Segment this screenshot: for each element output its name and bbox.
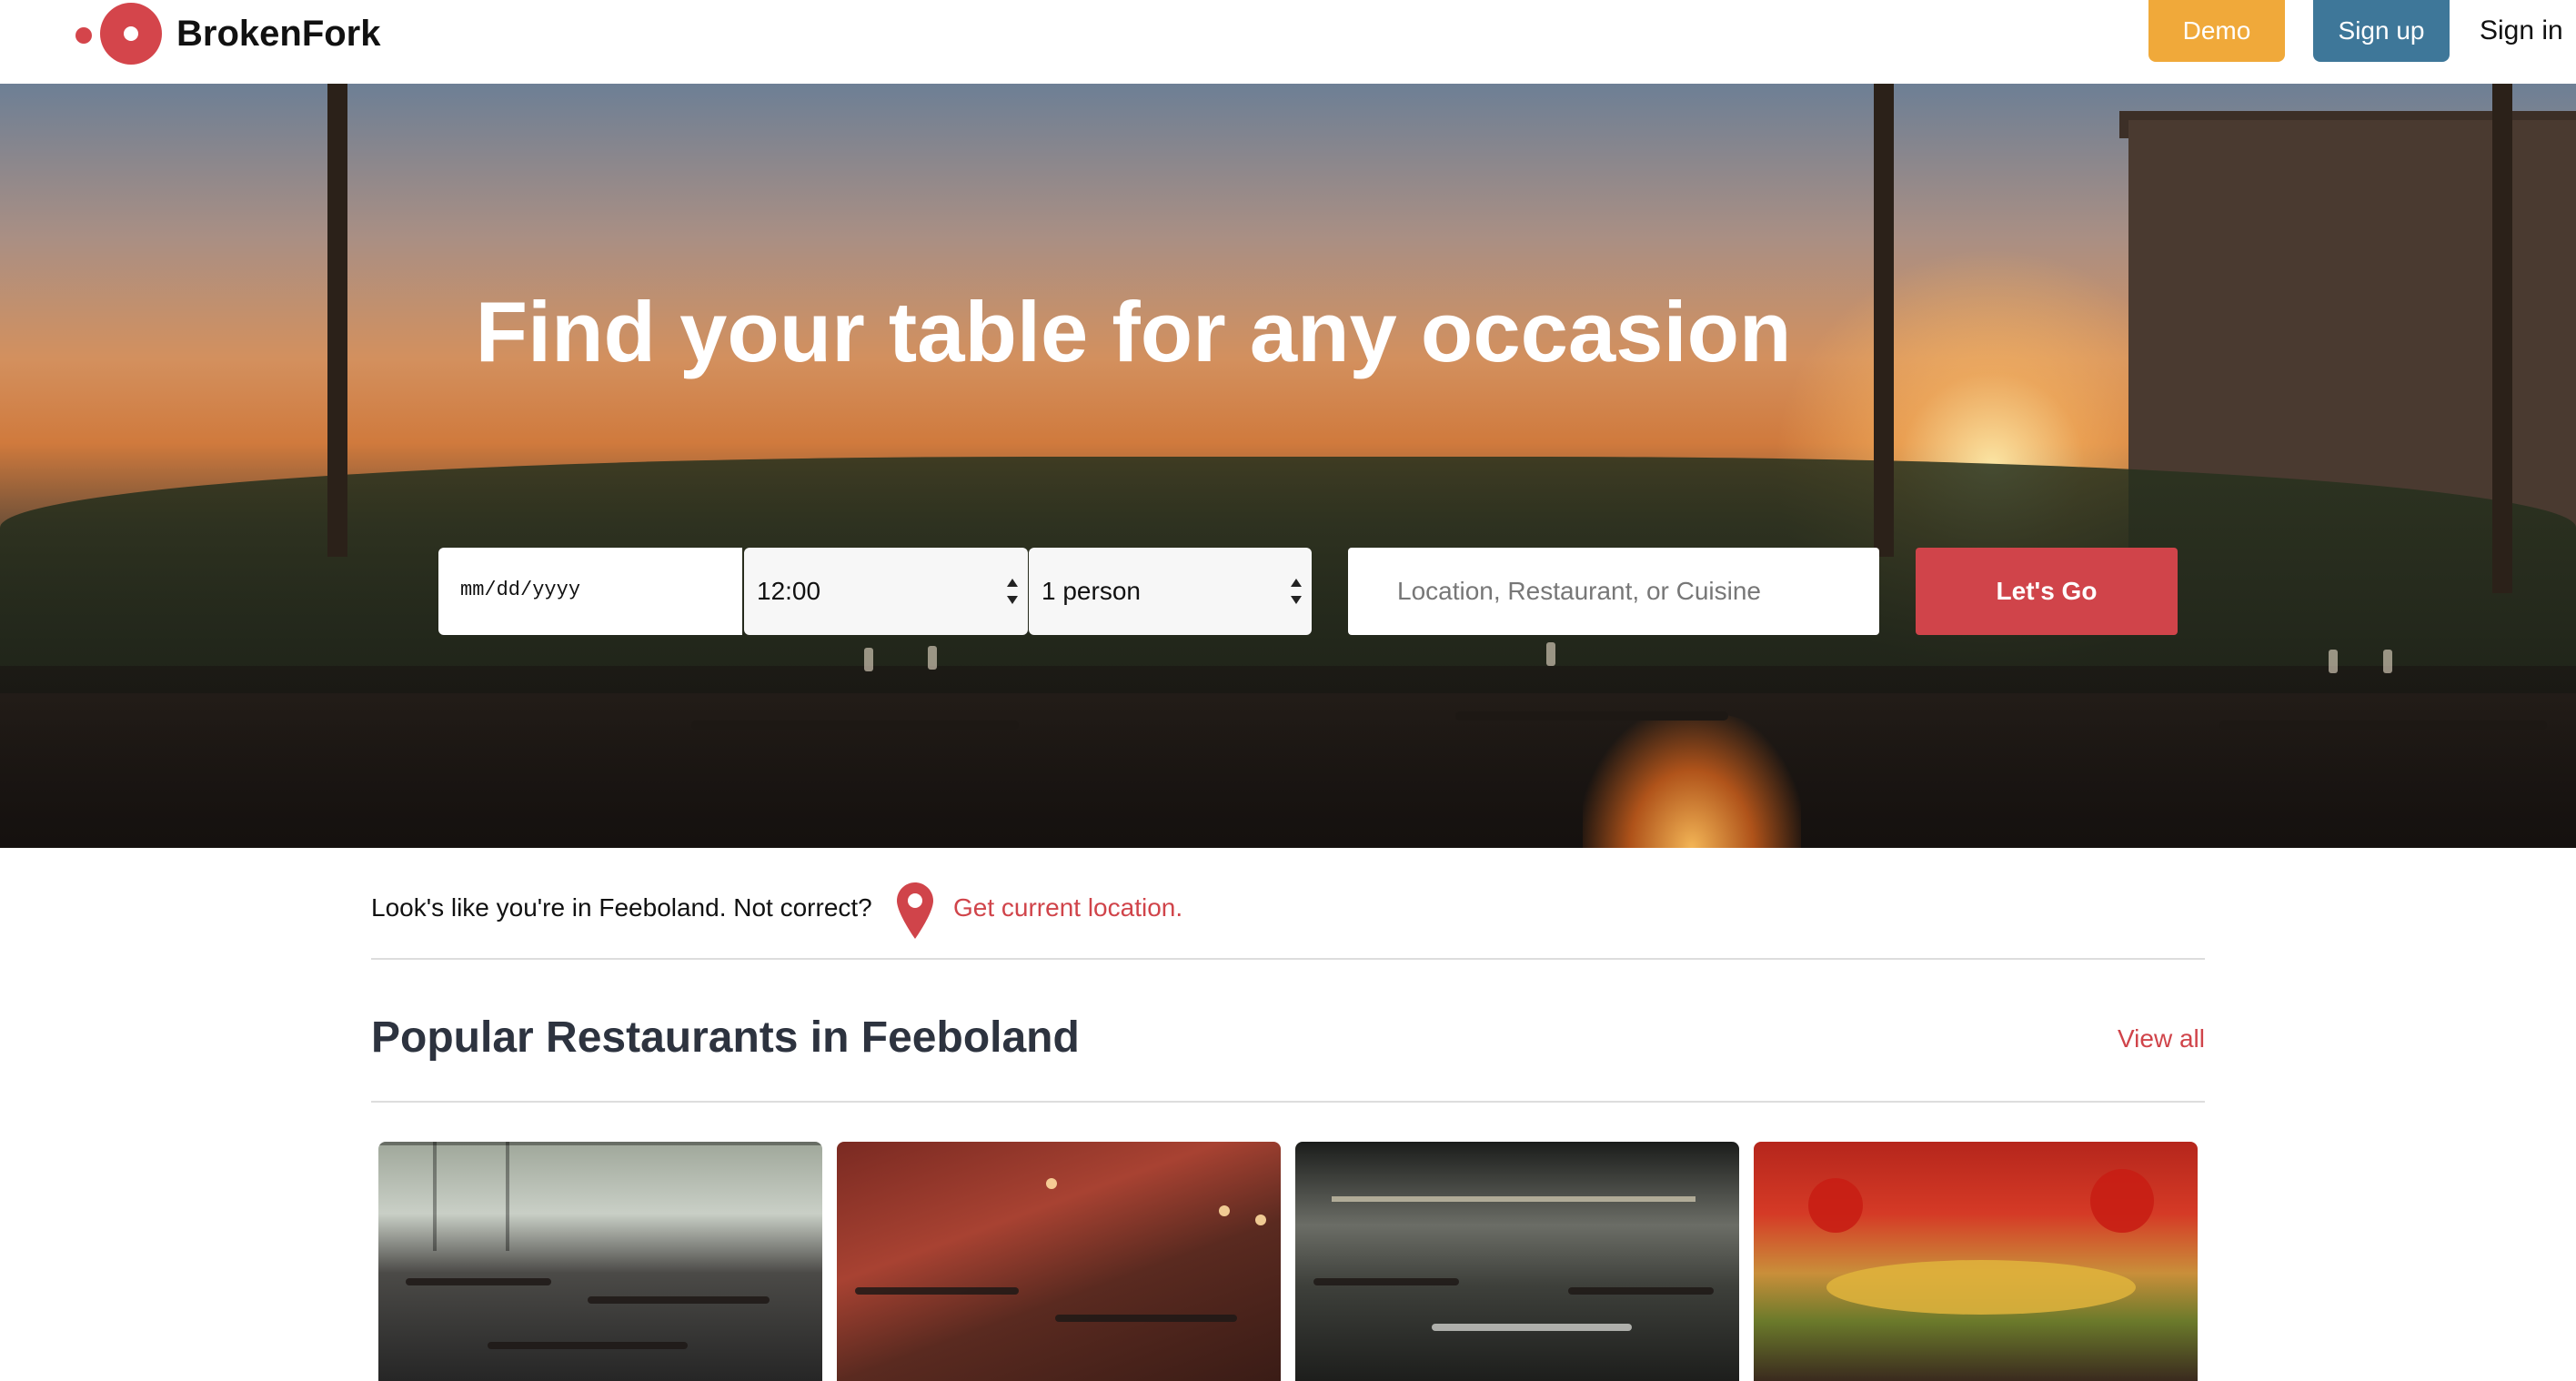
popular-restaurants-heading: Popular Restaurants in Feeboland xyxy=(371,1013,1080,1062)
hero-image-glass xyxy=(2383,650,2392,673)
select-arrows-icon xyxy=(1006,579,1019,604)
divider xyxy=(371,958,2205,960)
card-image-detail xyxy=(1332,1196,1696,1202)
card-image-detail xyxy=(855,1287,1019,1295)
card-image-detail xyxy=(1826,1260,2136,1315)
logo-icon[interactable] xyxy=(100,3,162,65)
demo-button[interactable]: Demo xyxy=(2148,0,2285,62)
card-image-detail xyxy=(2090,1169,2154,1233)
hero-image-table xyxy=(1455,711,1728,721)
location-message: Look's like you're in Feeboland. Not cor… xyxy=(371,893,872,922)
card-image-detail xyxy=(1055,1315,1237,1322)
logo-icon xyxy=(75,27,92,44)
card-image-detail xyxy=(1808,1178,1863,1233)
get-current-location-link[interactable]: Get current location. xyxy=(953,892,1182,924)
restaurant-card[interactable] xyxy=(837,1142,1281,1381)
restaurant-card[interactable] xyxy=(1295,1142,1739,1381)
hero-image-glass xyxy=(2329,650,2338,673)
brand-name[interactable]: BrokenFork xyxy=(176,9,381,58)
lets-go-button[interactable]: Let's Go xyxy=(1916,548,2178,635)
hero-title: Find your table for any occasion xyxy=(475,284,1792,379)
card-image-detail xyxy=(488,1342,688,1349)
hero-image-glass xyxy=(928,646,937,670)
search-input-placeholder: Location, Restaurant, or Cuisine xyxy=(1397,577,1761,605)
date-input[interactable]: mm/dd/yyyy xyxy=(438,548,742,635)
time-select[interactable]: 12:00 xyxy=(744,548,1028,635)
card-image-detail xyxy=(1313,1278,1459,1285)
card-image-detail xyxy=(1046,1178,1057,1189)
card-image-detail xyxy=(506,1142,509,1251)
party-size-value: 1 person xyxy=(1041,577,1141,605)
sign-up-button[interactable]: Sign up xyxy=(2313,0,2450,62)
card-image-detail xyxy=(433,1142,437,1251)
card-image-detail xyxy=(1255,1215,1266,1225)
view-all-link[interactable]: View all xyxy=(2118,1023,2205,1055)
card-image-detail xyxy=(588,1296,770,1304)
divider xyxy=(371,1101,2205,1103)
hero-image-table xyxy=(2219,721,2547,730)
hero-image-table xyxy=(691,721,1019,730)
party-size-select[interactable]: 1 person xyxy=(1029,548,1312,635)
hero-image-glass xyxy=(864,648,873,671)
card-image-detail xyxy=(1432,1324,1632,1331)
card-image-detail xyxy=(1568,1287,1714,1295)
search-input[interactable]: Location, Restaurant, or Cuisine xyxy=(1348,548,1879,635)
hero-image-glass xyxy=(1546,642,1555,666)
card-image-detail xyxy=(378,1142,822,1145)
time-select-value: 12:00 xyxy=(757,577,821,605)
hero-image-patio xyxy=(0,666,2576,848)
hero-image-fire xyxy=(1583,711,1801,848)
select-arrows-icon xyxy=(1290,579,1303,604)
top-nav: BrokenFork Demo Sign up Sign in xyxy=(0,0,2576,84)
sign-in-link[interactable]: Sign in xyxy=(2480,13,2563,49)
date-input-placeholder: mm/dd/yyyy xyxy=(460,579,581,601)
location-pin-icon xyxy=(897,882,933,939)
card-image-detail xyxy=(1219,1205,1230,1216)
restaurant-card[interactable] xyxy=(1754,1142,2198,1381)
card-image-detail xyxy=(406,1278,551,1285)
restaurant-card[interactable] xyxy=(378,1142,822,1381)
hero-banner xyxy=(0,84,2576,848)
